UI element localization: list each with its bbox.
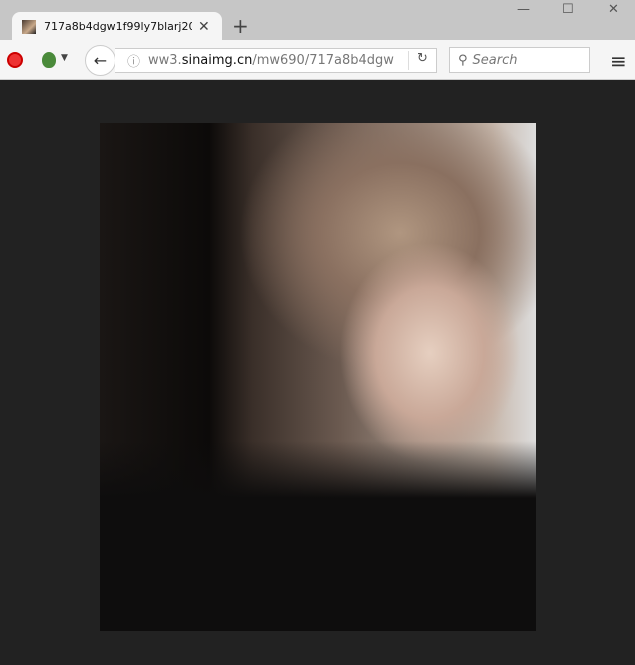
favicon-icon xyxy=(22,19,36,34)
search-placeholder: Search xyxy=(472,52,518,68)
close-tab-icon[interactable]: ✕ xyxy=(198,19,210,35)
image-viewer xyxy=(0,81,635,665)
url-host: sinaimg.cn xyxy=(181,53,253,68)
back-button[interactable]: ← xyxy=(85,45,116,76)
minimize-button[interactable]: — xyxy=(517,2,530,17)
close-window-button[interactable]: ✕ xyxy=(608,2,619,17)
url-path: /mw690/717a8b4dgw xyxy=(252,53,394,68)
portrait-photo xyxy=(100,123,536,631)
extension-icon[interactable] xyxy=(42,52,56,68)
search-input[interactable]: ⚲ Search xyxy=(449,47,590,73)
url-prefix: ww3. xyxy=(148,53,182,68)
tab-title: 717a8b4dgw1f99ly7blarj20... xyxy=(44,20,192,33)
tab-active[interactable]: 717a8b4dgw1f99ly7blarj20... ✕ xyxy=(12,12,222,41)
chevron-down-icon[interactable]: ▼ xyxy=(61,53,68,63)
info-icon[interactable]: ⓘ xyxy=(127,51,140,70)
new-tab-button[interactable]: + xyxy=(232,14,249,38)
back-arrow-icon: ← xyxy=(93,51,108,70)
maximize-button[interactable]: ☐ xyxy=(562,2,574,17)
search-icon: ⚲ xyxy=(458,52,468,68)
url-bar[interactable]: ⓘ ww3. sinaimg.cn/mw690/717a8b4dgw ↻ xyxy=(115,48,437,73)
adblock-icon[interactable] xyxy=(7,52,23,68)
photo-shadow xyxy=(100,441,536,631)
menu-icon[interactable]: ≡ xyxy=(610,49,627,73)
reload-icon[interactable]: ↻ xyxy=(408,51,436,70)
title-bar: 717a8b4dgw1f99ly7blarj20... ✕ + — ☐ ✕ xyxy=(0,0,635,41)
